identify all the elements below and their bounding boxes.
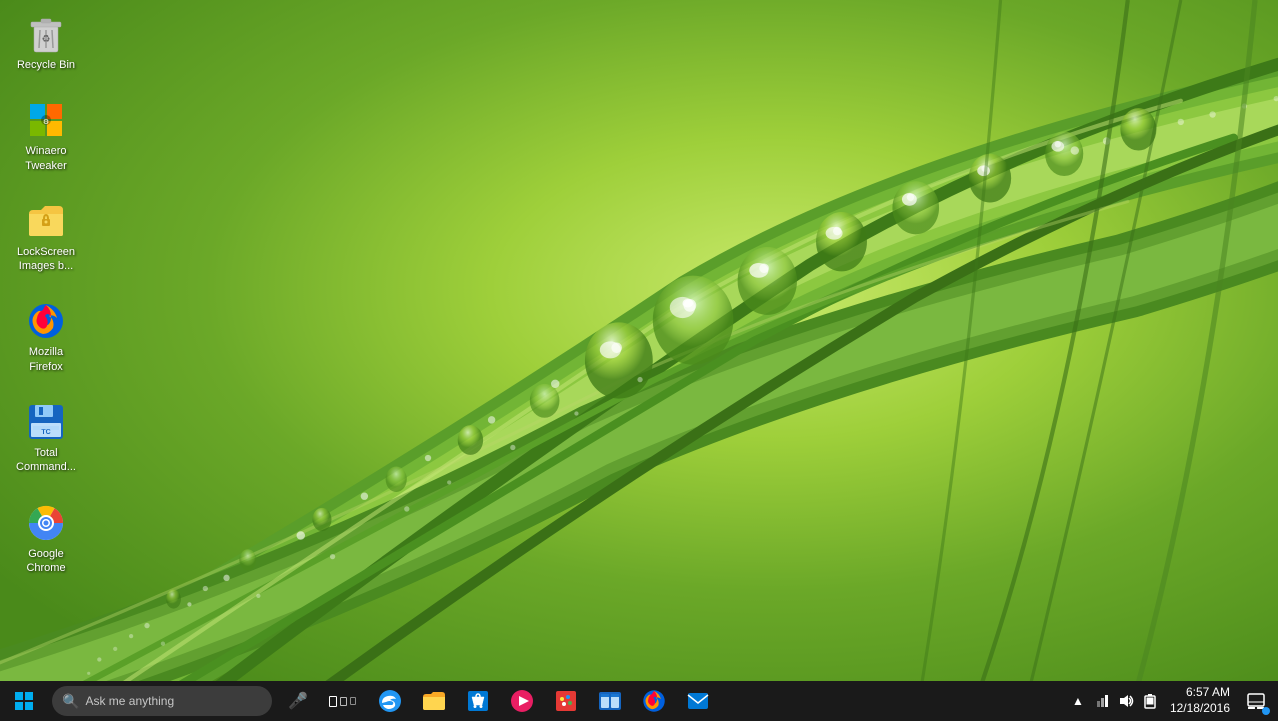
google-chrome-image bbox=[26, 503, 66, 543]
firefox-taskbar-icon bbox=[642, 689, 666, 713]
action-center-button[interactable] bbox=[1238, 681, 1274, 721]
winaero-tweaker-label: Winaero Tweaker bbox=[14, 144, 78, 173]
recycle-bin-svg: ♻ bbox=[28, 14, 64, 54]
search-bar[interactable]: 🔍 Ask me anything bbox=[52, 686, 272, 716]
store-taskbar-button[interactable] bbox=[456, 681, 500, 721]
start-button[interactable] bbox=[0, 681, 48, 721]
lockscreen-folder-label: LockScreen Images b... bbox=[14, 245, 78, 274]
lockscreen-folder-image bbox=[26, 201, 66, 241]
edge-icon bbox=[378, 689, 402, 713]
task-view-button[interactable] bbox=[320, 681, 364, 721]
volume-icon[interactable] bbox=[1114, 681, 1138, 721]
winaero-tweaker-icon[interactable]: ⚙ Winaero Tweaker bbox=[10, 96, 82, 177]
winaero-tweaker-image: ⚙ bbox=[26, 100, 66, 140]
taskbar: 🔍 Ask me anything 🎤 bbox=[0, 681, 1278, 721]
svg-text:♻: ♻ bbox=[42, 34, 51, 45]
total-commander-image: TC bbox=[26, 402, 66, 442]
recycle-bin-label: Recycle Bin bbox=[17, 58, 75, 72]
media-player-taskbar-button[interactable] bbox=[500, 681, 544, 721]
file-explorer-taskbar-button[interactable] bbox=[412, 681, 456, 721]
system-clock[interactable]: 6:57 AM 12/18/2016 bbox=[1162, 681, 1238, 721]
google-chrome-icon[interactable]: Google Chrome bbox=[10, 499, 82, 580]
mozilla-firefox-image bbox=[26, 301, 66, 341]
volume-icon-svg bbox=[1118, 693, 1134, 709]
pinned-apps bbox=[368, 681, 720, 721]
desktop: ♻ Recycle Bin ⚙ Winaero Tweaker bbox=[0, 0, 1278, 721]
file-explorer-icon bbox=[422, 690, 446, 712]
mail-icon bbox=[686, 689, 710, 713]
svg-text:TC: TC bbox=[41, 429, 50, 436]
mail-taskbar-button[interactable] bbox=[676, 681, 720, 721]
firefox-taskbar-button[interactable] bbox=[632, 681, 676, 721]
search-placeholder-text: Ask me anything bbox=[85, 694, 174, 708]
mozilla-firefox-svg bbox=[27, 302, 65, 340]
google-chrome-svg bbox=[27, 504, 65, 542]
voice-search-button[interactable]: 🎤 bbox=[276, 681, 320, 721]
recycle-bin-icon[interactable]: ♻ Recycle Bin bbox=[10, 10, 82, 76]
notification-badge bbox=[1262, 707, 1270, 715]
system-tray: ▲ bbox=[1066, 681, 1278, 721]
lockscreen-folder-svg bbox=[27, 204, 65, 238]
windows-logo-icon bbox=[15, 692, 33, 710]
clock-date: 12/18/2016 bbox=[1170, 701, 1230, 717]
total-commander-label: Total Command... bbox=[14, 446, 78, 475]
recycle-bin-image: ♻ bbox=[26, 14, 66, 54]
commander-taskbar-icon bbox=[598, 689, 622, 713]
mozilla-firefox-icon[interactable]: Mozilla Firefox bbox=[10, 297, 82, 378]
media-player-icon bbox=[510, 689, 534, 713]
winaero-tweaker-svg: ⚙ bbox=[28, 102, 64, 138]
task-view-icon bbox=[329, 696, 356, 707]
lockscreen-folder-icon[interactable]: LockScreen Images b... bbox=[10, 197, 82, 278]
svg-text:⚙: ⚙ bbox=[43, 118, 49, 126]
commander-taskbar-button[interactable] bbox=[588, 681, 632, 721]
total-commander-svg: TC bbox=[27, 403, 65, 441]
paint-taskbar-button[interactable] bbox=[544, 681, 588, 721]
mozilla-firefox-label: Mozilla Firefox bbox=[14, 345, 78, 374]
desktop-icons: ♻ Recycle Bin ⚙ Winaero Tweaker bbox=[10, 10, 82, 579]
edge-taskbar-button[interactable] bbox=[368, 681, 412, 721]
desktop-background bbox=[0, 0, 1278, 721]
clock-time: 6:57 AM bbox=[1186, 685, 1230, 701]
tray-overflow-button[interactable]: ▲ bbox=[1066, 681, 1090, 721]
network-icon-svg bbox=[1094, 693, 1110, 709]
power-icon[interactable] bbox=[1138, 681, 1162, 721]
paint-icon bbox=[554, 689, 578, 713]
search-icon: 🔍 bbox=[62, 693, 79, 710]
network-icon[interactable] bbox=[1090, 681, 1114, 721]
power-icon-svg bbox=[1143, 693, 1157, 709]
total-commander-icon[interactable]: TC Total Command... bbox=[10, 398, 82, 479]
store-icon bbox=[466, 689, 490, 713]
microphone-icon: 🎤 bbox=[288, 691, 308, 711]
google-chrome-label: Google Chrome bbox=[14, 547, 78, 576]
